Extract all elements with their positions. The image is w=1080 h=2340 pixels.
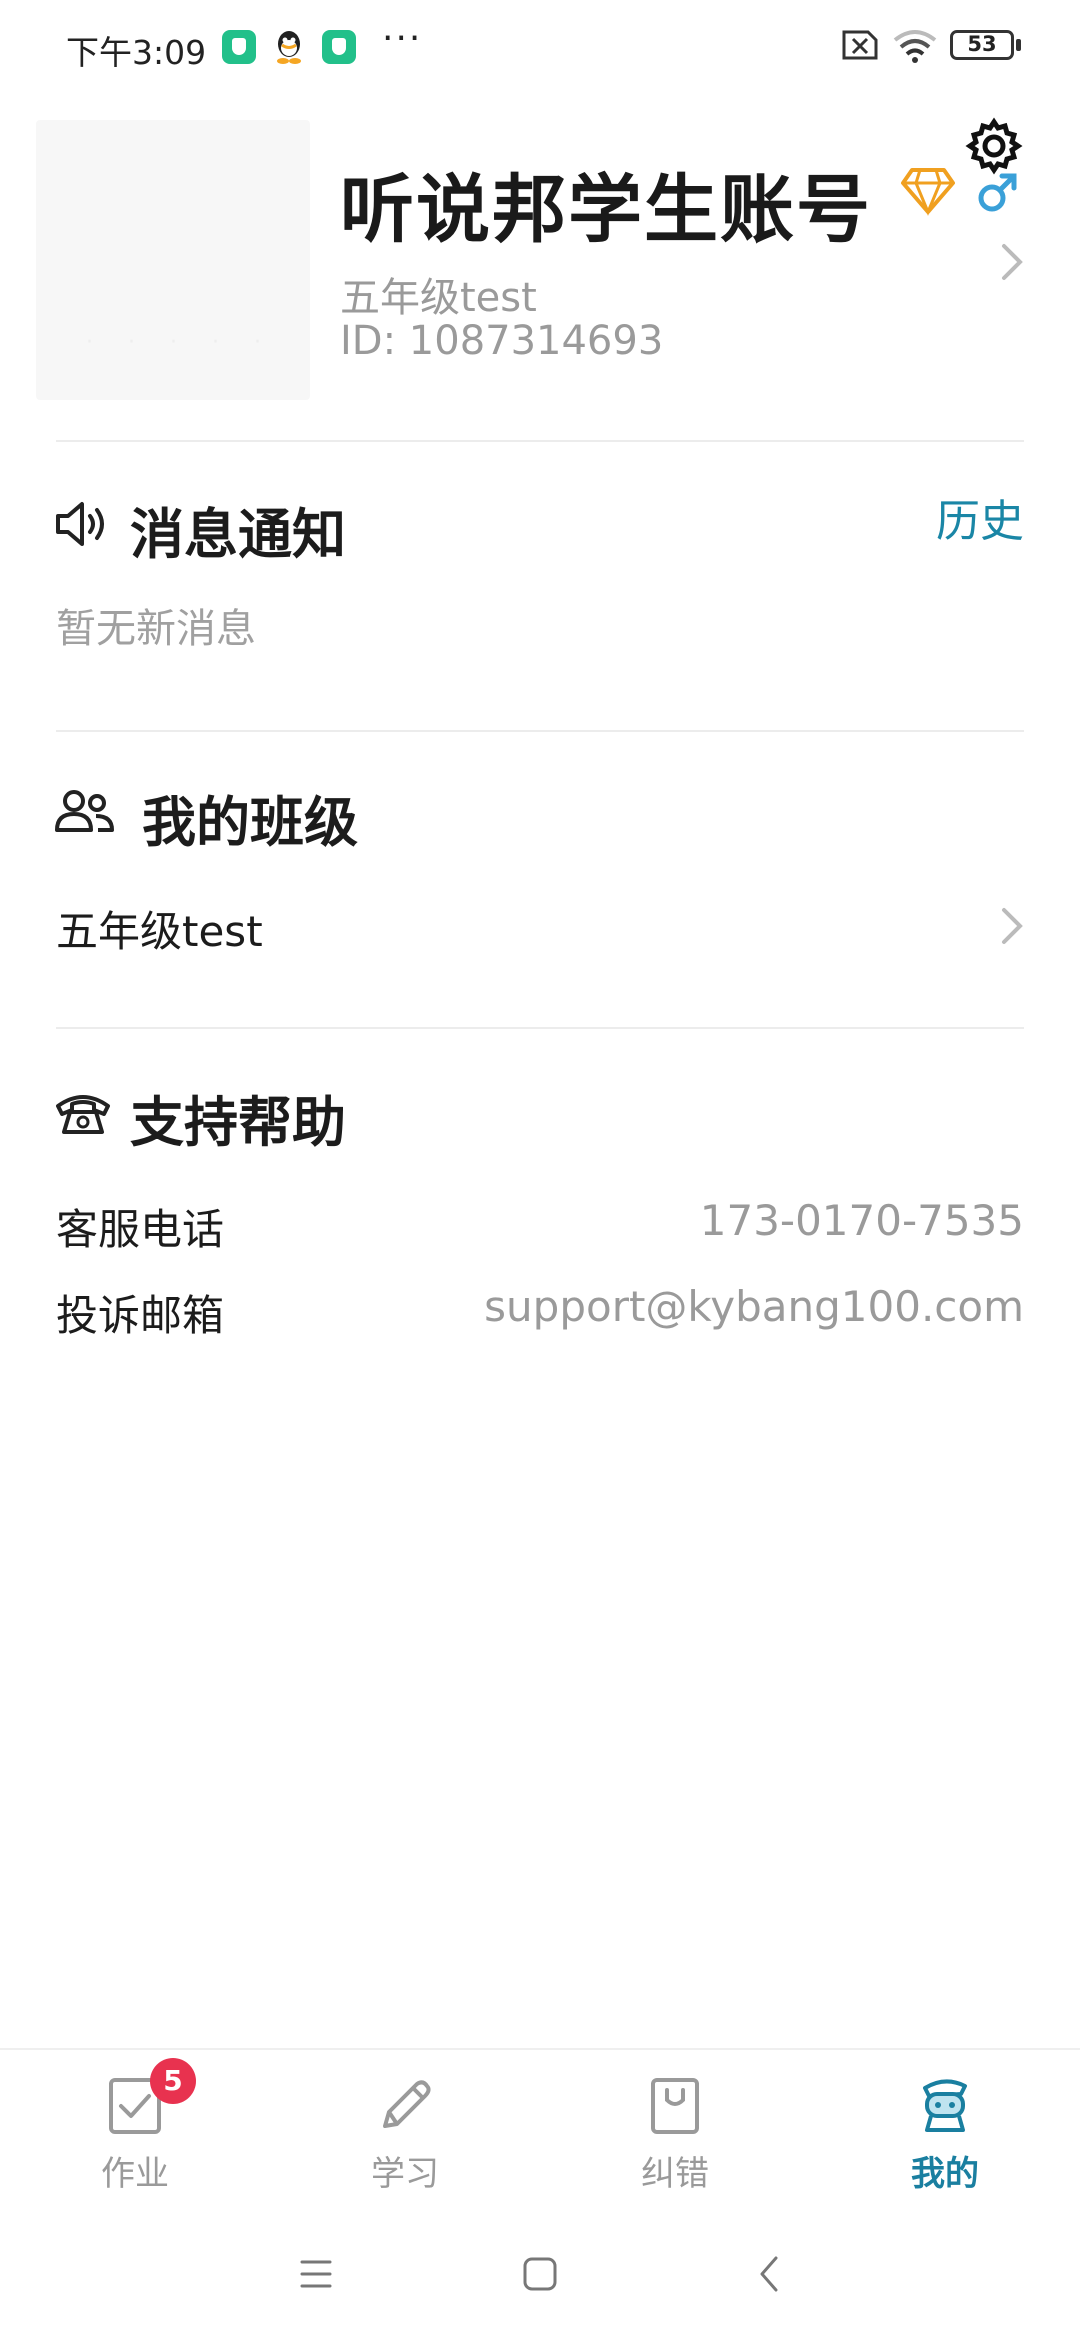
speaker-icon [56,502,104,546]
divider [56,1027,1024,1029]
my-class-title: 我的班级 [142,791,358,854]
phone-icon [56,1095,110,1134]
divider [56,730,1024,732]
email-value[interactable]: support@kybang100.com [484,1282,1024,1331]
profile-robot-icon [923,2079,967,2132]
avatar-placeholder-dots: · · · · · [86,330,275,355]
chevron-right-icon[interactable] [998,240,1026,284]
battery-icon: 53 [950,28,1022,62]
class-row-label[interactable]: 五年级test [56,898,263,959]
tab-label: 作业 [101,2154,169,2194]
tab-homework[interactable]: 5 作业 [0,2050,270,2206]
notifications-title: 消息通知 [130,503,346,566]
support-title: 支持帮助 [130,1091,346,1154]
tab-label: 学习 [371,2154,439,2194]
homework-badge: 5 [150,2058,196,2104]
pencil-icon [383,2080,431,2128]
tab-study[interactable]: 学习 [270,2050,540,2206]
qq-icon [277,31,301,64]
profile-class: 五年级test [340,275,537,321]
male-icon [978,173,1017,212]
history-link[interactable]: 历史 [936,485,1024,549]
gear-icon[interactable] [964,116,1024,176]
bottom-tab-bar: 5 作业 学习 纠错 我的 [0,2048,1080,2204]
wifi-icon [893,30,937,63]
hotline-value[interactable]: 173-0170-7535 [700,1196,1024,1245]
email-label: 投诉邮箱 [56,1291,225,1340]
tab-correction[interactable]: 纠错 [540,2050,810,2206]
chevron-right-icon[interactable] [998,904,1026,948]
sim-off-icon [842,30,878,60]
menu-icon[interactable] [288,2246,344,2302]
gem-icon[interactable] [900,166,956,216]
back-icon[interactable] [742,2246,798,2302]
tab-label: 纠错 [641,2154,709,2194]
status-time: 下午3:09 [66,33,207,72]
more-notifications-icon: ··· [382,18,423,59]
status-bar: 下午3:09 ··· 53 [0,0,1080,100]
profile-name: 听说邦学生账号 [340,167,872,253]
divider [56,440,1024,442]
no-messages-text: 暂无新消息 [56,606,256,652]
hotline-label: 客服电话 [56,1205,225,1254]
shield-app-icon [322,30,356,64]
avatar[interactable]: · · · · · [36,120,310,400]
shield-app-icon [222,30,256,64]
profile-id: ID: 1087314693 [340,318,664,364]
tab-label: 我的 [911,2154,979,2194]
my-page-screen: 下午3:09 ··· 53 · · · · · 听说邦学生账号 五年级test … [0,0,1080,2340]
bag-icon [651,2078,699,2134]
users-icon [55,790,114,832]
home-icon[interactable] [512,2246,568,2302]
battery-level: 53 [967,32,997,56]
system-nav-bar [0,2206,1080,2340]
tab-mine[interactable]: 我的 [810,2050,1080,2206]
